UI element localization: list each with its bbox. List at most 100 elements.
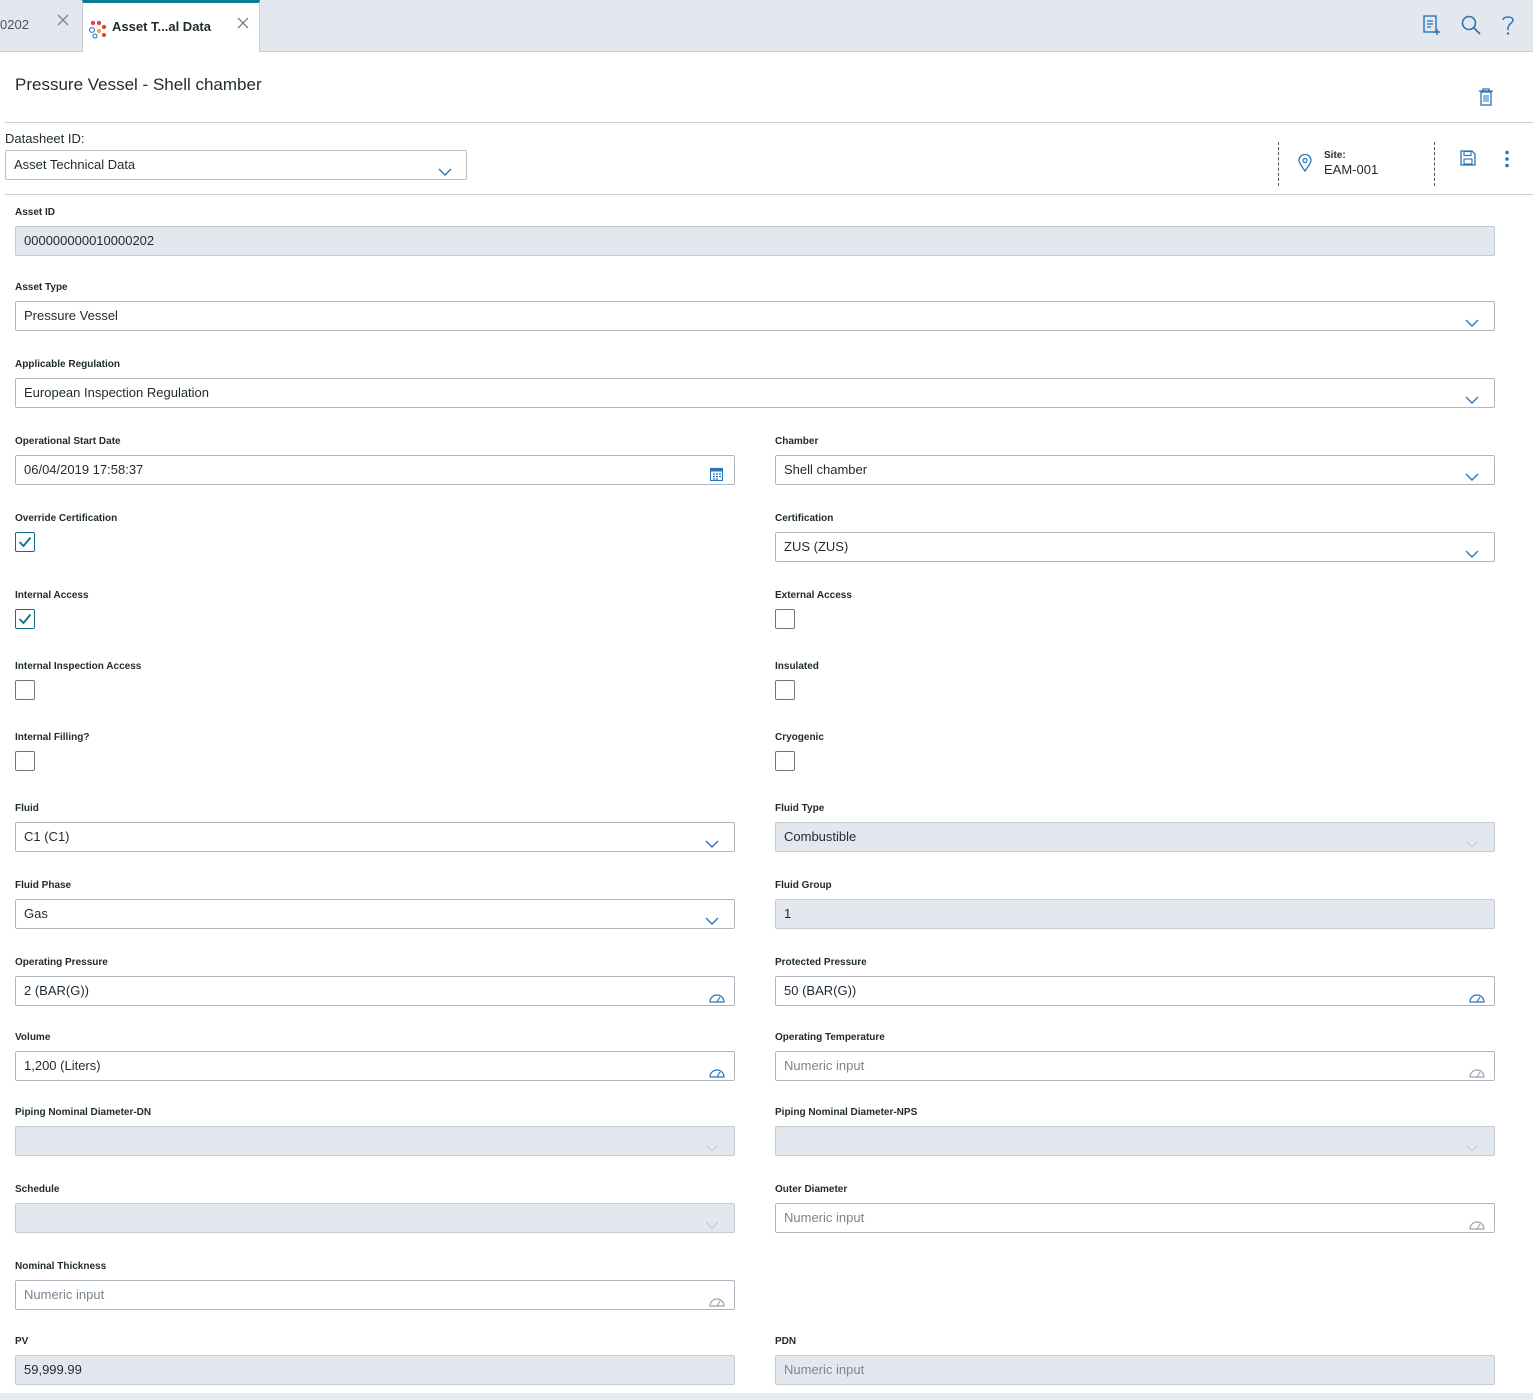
chevron-down-icon [705,831,719,859]
applicable-regulation-value: European Inspection Regulation [24,385,210,400]
override-certification-label: Override Certification [15,513,118,524]
operating-temperature-placeholder: Numeric input [784,1058,865,1073]
asset-id-field: 000000000010000202 [15,226,1495,256]
cryogenic-checkbox[interactable] [775,751,795,771]
chamber-label: Chamber [775,436,819,447]
gauge-icon[interactable] [1469,985,1485,1013]
divider [5,122,1533,123]
technical-data-icon [88,19,108,42]
operational-start-date-input[interactable]: 06/04/2019 17:58:37 [15,455,735,485]
location-pin-icon [1298,153,1312,177]
schedule-label: Schedule [15,1184,60,1195]
volume-label: Volume [15,1032,51,1043]
chevron-down-icon [1465,387,1479,415]
tab-asset-record[interactable]: 0202 [0,0,82,51]
external-access-label: External Access [775,590,852,601]
bottom-scroll-strip [0,1393,1533,1400]
pdn-placeholder: Numeric input [784,1362,865,1377]
protected-pressure-input[interactable]: 50 (BAR(G)) [775,976,1495,1006]
checkmark-icon [18,613,32,625]
pv-value: 59,999.99 [24,1362,82,1377]
fluid-type-label: Fluid Type [775,803,825,814]
close-icon[interactable] [236,16,250,33]
calendar-icon[interactable] [709,463,724,491]
add-note-icon[interactable] [1422,14,1442,41]
fluid-phase-label: Fluid Phase [15,880,72,891]
internal-access-checkbox[interactable] [15,609,35,629]
fluid-phase-value: Gas [24,906,48,921]
chevron-down-icon [1465,541,1479,569]
site-value: EAM-001 [1324,162,1379,177]
checkmark-icon [18,536,32,548]
internal-filling-checkbox[interactable] [15,751,35,771]
protected-pressure-value: 50 (BAR(G)) [784,983,857,998]
outer-diameter-placeholder: Numeric input [784,1210,865,1225]
fluid-type-value: Combustible [784,829,857,844]
nominal-thickness-input[interactable]: Numeric input [15,1280,735,1310]
internal-inspection-access-checkbox[interactable] [15,680,35,700]
insulated-checkbox[interactable] [775,680,795,700]
fluid-group-value: 1 [784,906,792,921]
asset-type-select[interactable]: Pressure Vessel [15,301,1495,331]
chamber-select[interactable]: Shell chamber [775,455,1495,485]
operating-temperature-label: Operating Temperature [775,1032,885,1043]
outer-diameter-input[interactable]: Numeric input [775,1203,1495,1233]
trash-icon[interactable] [1478,88,1494,111]
datasheet-label: Datasheet ID: [5,131,85,146]
operating-pressure-input[interactable]: 2 (BAR(G)) [15,976,735,1006]
chevron-down-icon [705,1135,719,1163]
separator [1434,142,1435,186]
chevron-down-icon [1465,464,1479,492]
fluid-value: C1 (C1) [24,829,70,844]
datasheet-value: Asset Technical Data [14,157,136,172]
certification-label: Certification [775,513,834,524]
save-icon[interactable] [1460,150,1476,171]
gauge-icon[interactable] [709,1060,725,1088]
cryogenic-label: Cryogenic [775,732,824,743]
fluid-group-field: 1 [775,899,1495,929]
fluid-select[interactable]: C1 (C1) [15,822,735,852]
override-certification-checkbox[interactable] [15,532,35,552]
pdn-field: Numeric input [775,1355,1495,1385]
separator [1278,142,1279,186]
fluid-type-select: Combustible [775,822,1495,852]
piping-nps-select [775,1126,1495,1156]
pv-field: 59,999.99 [15,1355,735,1385]
site-label: Site: [1324,150,1346,161]
applicable-regulation-select[interactable]: European Inspection Regulation [15,378,1495,408]
tab-label: 0202 [0,17,29,32]
external-access-checkbox[interactable] [775,609,795,629]
close-icon[interactable] [56,13,70,30]
nominal-thickness-placeholder: Numeric input [24,1287,105,1302]
certification-select[interactable]: ZUS (ZUS) [775,532,1495,562]
certification-value: ZUS (ZUS) [784,539,849,554]
chevron-down-icon [705,908,719,936]
gauge-icon[interactable] [709,1289,725,1317]
search-icon[interactable] [1460,14,1482,41]
more-options-icon[interactable] [1504,150,1510,173]
chevron-down-icon [705,1212,719,1240]
internal-filling-label: Internal Filling? [15,732,90,743]
operational-start-date-value: 06/04/2019 17:58:37 [24,462,144,477]
tab-asset-technical-data[interactable]: Asset T...al Data [82,0,260,52]
operating-pressure-label: Operating Pressure [15,957,108,968]
protected-pressure-label: Protected Pressure [775,957,867,968]
tab-bar: 0202 Asset T...al Data [0,0,1533,52]
nominal-thickness-label: Nominal Thickness [15,1261,107,1272]
help-icon[interactable] [1500,14,1516,41]
datasheet-select[interactable]: Asset Technical Data [5,150,467,180]
gauge-icon[interactable] [1469,1212,1485,1240]
gauge-icon[interactable] [1469,1060,1485,1088]
fluid-group-label: Fluid Group [775,880,832,891]
volume-input[interactable]: 1,200 (Liters) [15,1051,735,1081]
fluid-label: Fluid [15,803,39,814]
chevron-down-icon [1465,1135,1479,1163]
gauge-icon[interactable] [709,985,725,1013]
operating-temperature-input[interactable]: Numeric input [775,1051,1495,1081]
tab-label: Asset T...al Data [112,19,211,34]
piping-nps-label: Piping Nominal Diameter-NPS [775,1107,918,1118]
fluid-phase-select[interactable]: Gas [15,899,735,929]
internal-inspection-access-label: Internal Inspection Access [15,661,142,672]
operating-pressure-value: 2 (BAR(G)) [24,983,89,998]
piping-dn-select [15,1126,735,1156]
